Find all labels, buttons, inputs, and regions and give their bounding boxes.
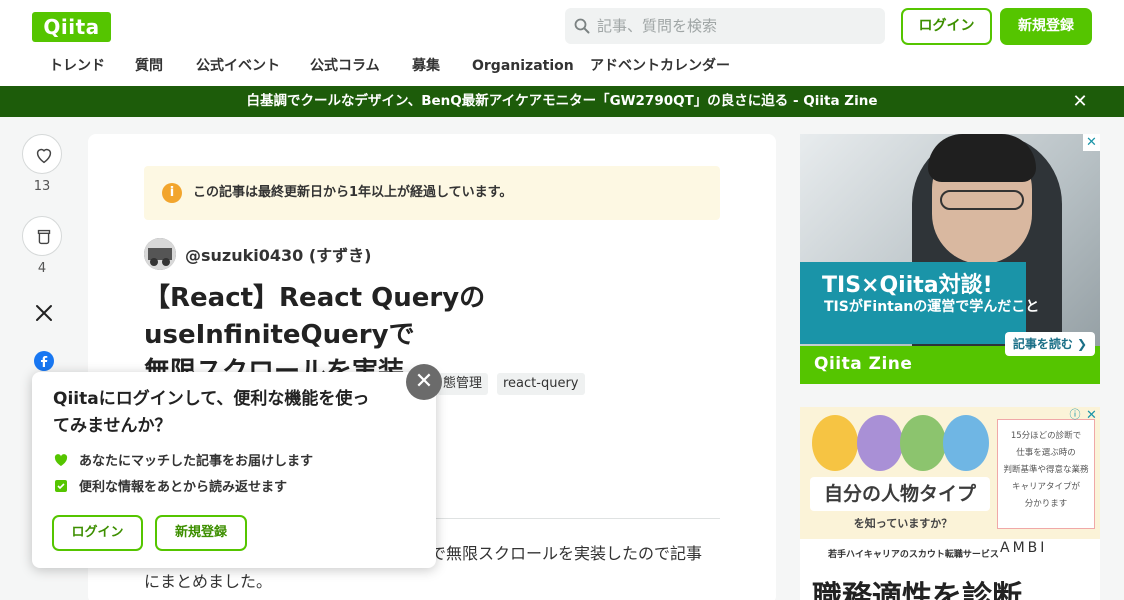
popup-close-icon[interactable]: ✕ bbox=[406, 364, 442, 400]
body-text-line2: にまとめました。 bbox=[144, 572, 273, 591]
login-prompt-popup: Qiitaにログインして、便利な機能を使っ てみませんか？ あなたにマッチした記… bbox=[32, 372, 436, 568]
avatar-image bbox=[144, 238, 176, 270]
search-icon bbox=[574, 18, 590, 34]
announcement-banner: 白基調でクールなデザイン、BenQ最新アイケアモニター「GW2790QT」の良さ… bbox=[0, 86, 1124, 117]
bookmark-check-icon bbox=[55, 480, 67, 492]
ad2-box-line: 分かります bbox=[1024, 499, 1068, 509]
ad2-ambi: AMBI bbox=[1000, 540, 1048, 556]
popup-title-line1: Qiitaにログインして、便利な機能を使っ bbox=[53, 389, 370, 409]
nav-trend[interactable]: トレンド bbox=[49, 52, 105, 80]
tag-state-management[interactable]: 態管理 bbox=[437, 373, 489, 395]
author-name[interactable]: @suzuki0430 (すずき) bbox=[185, 242, 371, 266]
ad-headline: TIS×Qiita対談! bbox=[822, 273, 993, 298]
stock-button[interactable] bbox=[22, 216, 62, 256]
ad-avatar-1 bbox=[812, 415, 858, 471]
ad-person-hair bbox=[928, 134, 1036, 182]
ad2-sub: を知っていますか？ bbox=[853, 517, 953, 530]
ad2-service: 若手ハイキャリアのスカウト転職サービス bbox=[828, 550, 999, 560]
ad-close-icon[interactable]: ✕ bbox=[1083, 134, 1100, 151]
heart-icon bbox=[36, 148, 52, 164]
ad2-box-line: キャリアタイプが bbox=[1011, 482, 1080, 492]
popup-title-line2: てみませんか？ bbox=[53, 416, 172, 436]
like-count: 13 bbox=[33, 179, 51, 194]
article-title-line1: 【React】React QueryのuseInfiniteQueryで bbox=[144, 283, 486, 350]
like-button[interactable] bbox=[22, 134, 62, 174]
outdated-notice: i この記事は最終更新日から1年以上が経過しています。 bbox=[144, 166, 720, 220]
ad2-big-text: 職務適性を診断 bbox=[812, 580, 1022, 600]
nav-advent-calendar[interactable]: アドベントカレンダー bbox=[590, 52, 730, 80]
ad-subline: TISがFintanの運営で学んだこと bbox=[824, 299, 1040, 315]
ad-avatar-4 bbox=[943, 415, 989, 471]
site-header: Qiita 記事、質問を検索 ログイン 新規登録 トレンド 質問 公式イベント … bbox=[0, 0, 1124, 86]
stock-icon bbox=[37, 229, 51, 245]
popup-signup-button[interactable]: 新規登録 bbox=[155, 515, 247, 551]
banner-close-icon[interactable]: ✕ bbox=[1071, 86, 1089, 117]
ad-avatar-3 bbox=[900, 415, 946, 471]
ad-read-button[interactable]: 記事を読む ❯ bbox=[1005, 332, 1095, 356]
popup-title: Qiitaにログインして、便利な機能を使っ てみませんか？ bbox=[53, 386, 393, 440]
nav-questions[interactable]: 質問 bbox=[135, 52, 163, 80]
tag-react-query[interactable]: react-query bbox=[497, 373, 585, 395]
nav-events[interactable]: 公式イベント bbox=[196, 52, 280, 80]
ad-close-icon[interactable]: ✕ bbox=[1083, 407, 1100, 424]
signup-button[interactable]: 新規登録 bbox=[1000, 8, 1092, 45]
ad2-box-line: 判断基準や得意な業務 bbox=[1003, 465, 1089, 475]
main-nav: トレンド 質問 公式イベント 公式コラム 募集 Organization アドベ… bbox=[0, 52, 1124, 82]
facebook-share-icon[interactable] bbox=[34, 351, 54, 371]
ad2-box-line: 15分ほどの診断で bbox=[1010, 431, 1082, 441]
popup-feature-2: 便利な情報をあとから読み返せます bbox=[53, 478, 287, 497]
search-input[interactable]: 記事、質問を検索 bbox=[597, 8, 717, 44]
ad-avatar-2 bbox=[857, 415, 903, 471]
search-box[interactable]: 記事、質問を検索 bbox=[565, 8, 885, 44]
outdated-notice-text: この記事は最終更新日から1年以上が経過しています。 bbox=[193, 185, 513, 200]
banner-link[interactable]: 白基調でクールなデザイン、BenQ最新アイケアモニター「GW2790QT」の良さ… bbox=[0, 86, 1124, 117]
ad-brand: Qiita Zine bbox=[814, 354, 913, 374]
nav-organization[interactable]: Organization bbox=[472, 52, 574, 80]
nav-recruit[interactable]: 募集 bbox=[412, 52, 440, 80]
ad2-label: 自分の人物タイプ bbox=[810, 477, 990, 511]
ad-person-glasses bbox=[940, 190, 1024, 210]
x-share-icon[interactable] bbox=[34, 303, 54, 323]
stock-count: 4 bbox=[37, 261, 47, 276]
ad-info-icon[interactable]: ⓘ bbox=[1067, 407, 1083, 423]
heart-icon bbox=[54, 454, 68, 466]
popup-feature-1-text: あなたにマッチした記事をお届けします bbox=[79, 454, 314, 469]
ad-banner-ambi[interactable]: 自分の人物タイプ を知っていますか？ 15分ほどの診断で 仕事を選ぶ時の 判断基… bbox=[800, 407, 1100, 600]
info-icon: i bbox=[162, 183, 182, 203]
popup-login-button[interactable]: ログイン bbox=[52, 515, 143, 551]
login-button[interactable]: ログイン bbox=[901, 8, 992, 45]
ad2-description-box: 15分ほどの診断で 仕事を選ぶ時の 判断基準や得意な業務 キャリアタイプが 分か… bbox=[997, 419, 1095, 529]
popup-feature-2-text: 便利な情報をあとから読み返せます bbox=[79, 480, 288, 495]
ad-banner-qiita-zine[interactable]: TIS×Qiita対談! TISがFintanの運営で学んだこと Qiita Z… bbox=[800, 134, 1100, 384]
ad2-box-line: 仕事を選ぶ時の bbox=[1016, 448, 1076, 458]
popup-feature-1: あなたにマッチした記事をお届けします bbox=[53, 452, 313, 471]
nav-columns[interactable]: 公式コラム bbox=[310, 52, 380, 80]
qiita-logo[interactable]: Qiita bbox=[32, 12, 111, 42]
author-avatar[interactable] bbox=[144, 238, 176, 270]
body-text-line1: で無限スクロールを実装したので記事 bbox=[430, 544, 703, 563]
